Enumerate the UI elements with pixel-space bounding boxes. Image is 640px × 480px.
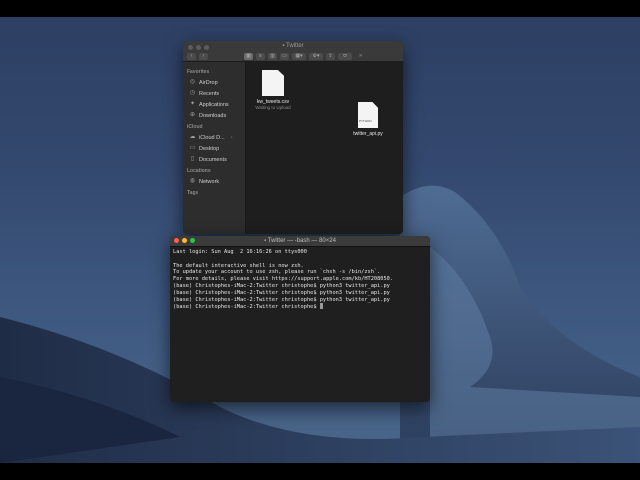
progress-ring-icon: ◔ — [229, 134, 233, 141]
terminal-line: (base) Christophes-iMac-2:Twitter christ… — [173, 282, 390, 289]
terminal-output[interactable]: Last login: Sun Aug 2 16:16:26 on ttys00… — [170, 247, 430, 313]
applications-icon: ✦ — [189, 101, 196, 107]
terminal-prompt-line: (base) Christophes-iMac-2:Twitter christ… — [173, 303, 427, 311]
sidebar-item-airdrop[interactable]: ◎ AirDrop — [183, 77, 245, 88]
sidebar-item-desktop[interactable]: ▭ Desktop — [183, 143, 245, 154]
finder-sidebar: Favorites ◎ AirDrop ◷ Recents ✦ Applicat… — [183, 62, 246, 234]
action-gear-icon[interactable]: ⚙▾ — [309, 52, 323, 60]
terminal-prompt: (base) Christophes-iMac-2:Twitter christ… — [173, 304, 320, 311]
back-icon[interactable]: ‹ — [187, 52, 196, 60]
terminal-titlebar[interactable]: ▪ Twitter — -bash — 80×24 — [170, 236, 430, 247]
finder-title: ▪ Twitter — [282, 43, 304, 49]
globe-icon: ◍ — [189, 178, 196, 184]
upload-status: Waiting to Upload — [255, 105, 291, 110]
group-icon[interactable]: ▦▾ — [292, 52, 306, 60]
document-icon: ▯ — [190, 156, 195, 162]
finder-titlebar[interactable]: ▪ Twitter ‹ › ▦ ≡ ▥ ▭ ▦▾ ⚙▾ ⇪ ⬭ » — [183, 41, 403, 62]
sidebar-section-icloud: iCloud — [187, 124, 203, 130]
finder-window[interactable]: ▪ Twitter ‹ › ▦ ≡ ▥ ▭ ▦▾ ⚙▾ ⇪ ⬭ » Favori… — [183, 41, 403, 234]
terminal-line: Last login: Sun Aug 2 16:16:26 on ttys00… — [173, 249, 307, 255]
terminal-line: To update your account to use zsh, pleas… — [173, 269, 381, 276]
icon-view-icon[interactable]: ▦ — [244, 52, 253, 60]
folder-icon: ▪ — [282, 43, 285, 49]
desktop-icon: ▭ — [189, 145, 196, 151]
tags-icon[interactable]: ⬭ — [338, 52, 352, 60]
terminal-line: The default interactive shell is now zsh… — [173, 262, 304, 269]
sidebar-section-tags: Tags — [187, 190, 199, 196]
share-icon[interactable]: ⇪ — [326, 52, 335, 60]
clock-icon: ◷ — [189, 90, 196, 96]
terminal-line: For more details, please visit https://s… — [173, 276, 394, 283]
file-name: twitter_api.py — [353, 131, 383, 137]
finder-toolbar: ‹ › ▦ ≡ ▥ ▭ ▦▾ ⚙▾ ⇪ ⬭ » — [187, 52, 399, 60]
list-view-icon[interactable]: ≡ — [256, 52, 265, 60]
sidebar-item-network[interactable]: ◍ Network — [183, 176, 245, 187]
gallery-view-icon[interactable]: ▭ — [280, 52, 289, 60]
sidebar-item-icloud-drive[interactable]: ☁ iCloud D... ◔ — [183, 132, 245, 143]
sidebar-item-recents[interactable]: ◷ Recents — [183, 88, 245, 99]
terminal-title: ▪ Twitter — -bash — 80×24 — [264, 237, 336, 244]
sidebar-item-documents[interactable]: ▯ Documents — [183, 154, 245, 165]
column-view-icon[interactable]: ▥ — [268, 52, 277, 60]
forward-icon[interactable]: › — [199, 52, 208, 60]
folder-icon: ▪ — [264, 237, 267, 244]
more-icon[interactable]: » — [359, 53, 362, 59]
airdrop-icon: ◎ — [189, 79, 196, 85]
sidebar-item-applications[interactable]: ✦ Applications — [183, 99, 245, 110]
sidebar-item-downloads[interactable]: ⊕ Downloads — [183, 110, 245, 121]
finder-content[interactable]: kw_tweets.csv Waiting to Upload PYTHON t… — [246, 62, 403, 234]
terminal-window[interactable]: ▪ Twitter — -bash — 80×24 Last login: Su… — [170, 236, 430, 402]
cloud-icon: ☁ — [189, 134, 196, 140]
text-cursor — [319, 303, 323, 310]
python-file-icon: PYTHON — [358, 102, 378, 128]
terminal-line: (base) Christophes-iMac-2:Twitter christ… — [173, 296, 390, 303]
download-icon: ⊕ — [189, 112, 196, 118]
sidebar-section-favorites: Favorites — [187, 69, 210, 75]
csv-file-icon — [262, 70, 284, 96]
terminal-line: (base) Christophes-iMac-2:Twitter christ… — [173, 289, 390, 296]
file-twitter-api-py[interactable]: PYTHON twitter_api.py — [346, 102, 390, 137]
python-badge: PYTHON — [359, 119, 372, 123]
sidebar-section-locations: Locations — [187, 168, 211, 174]
file-kw-tweets-csv[interactable]: kw_tweets.csv Waiting to Upload — [252, 70, 294, 110]
